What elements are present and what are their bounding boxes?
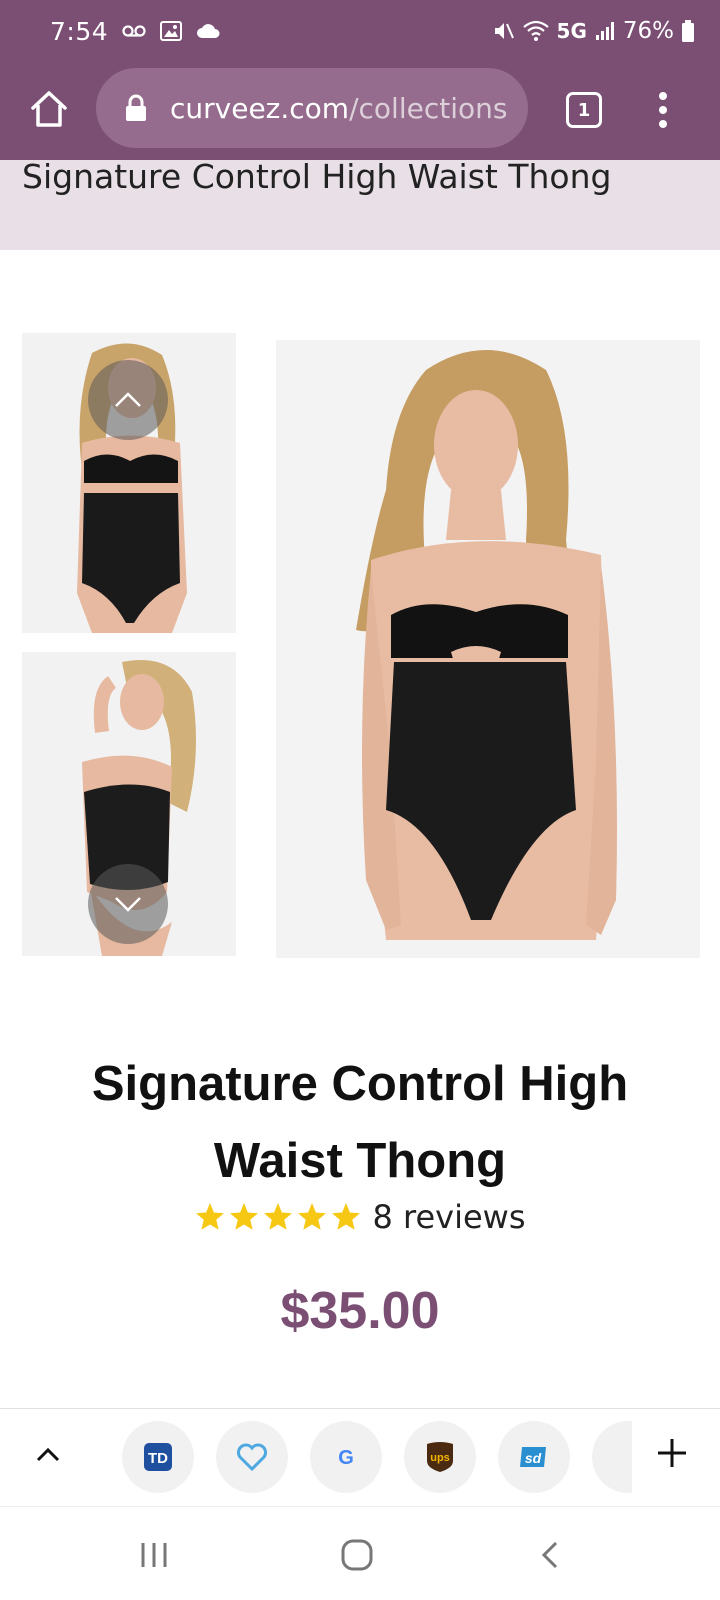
menu-dot — [659, 92, 667, 100]
ups-icon: ups — [427, 1442, 453, 1472]
tab-switcher-button[interactable]: 1 — [566, 92, 602, 128]
product-main-image[interactable] — [276, 340, 700, 958]
recent-apps-icon — [141, 1543, 167, 1567]
back-button[interactable] — [520, 1531, 580, 1579]
browser-toolbar: curveez.com/collections 1 — [0, 62, 720, 160]
status-time: 7:54 — [50, 16, 109, 46]
td-label: TD — [148, 1450, 168, 1467]
chevron-down-icon — [115, 897, 141, 912]
battery-icon — [682, 20, 694, 42]
url-domain: curveez.com — [170, 91, 350, 125]
wifi-icon — [522, 20, 549, 42]
star-icon — [196, 1203, 225, 1230]
status-bar: 7:54 5G 76% — [0, 0, 720, 62]
gallery-icon — [160, 21, 183, 41]
mute-icon — [493, 20, 515, 42]
cloud-icon — [196, 23, 220, 39]
sd-shortcut[interactable]: sd — [498, 1421, 570, 1493]
recent-apps-button[interactable] — [124, 1531, 184, 1579]
home-icon — [31, 91, 67, 127]
battery-percent: 76% — [622, 18, 674, 44]
google-shortcut[interactable]: G — [310, 1421, 382, 1493]
thumbnails-scroll-down-button[interactable] — [88, 864, 168, 944]
star-icon — [298, 1203, 327, 1230]
reviews-count[interactable]: 8 reviews — [372, 1198, 525, 1236]
star-icon — [230, 1203, 259, 1230]
status-system-icons: 5G 76% — [493, 18, 694, 44]
back-icon — [541, 1541, 558, 1569]
heart-shortcut[interactable] — [216, 1421, 288, 1493]
td-shortcut[interactable]: TD — [122, 1421, 194, 1493]
heart-icon — [237, 1443, 267, 1471]
home-circle-icon — [341, 1539, 373, 1571]
menu-dot — [659, 120, 667, 128]
star-icon — [332, 1203, 361, 1230]
system-nav-bar — [0, 1506, 720, 1600]
product-price: $35.00 — [280, 1282, 440, 1340]
ups-label: ups — [430, 1452, 450, 1464]
add-shortcut-button[interactable] — [650, 1431, 694, 1475]
chevron-up-icon — [115, 392, 141, 407]
td-icon: TD — [144, 1443, 172, 1471]
home-button[interactable] — [26, 86, 72, 132]
voicemail-icon — [122, 24, 146, 38]
google-icon: G — [338, 1447, 354, 1469]
product-title: Signature Control High Waist Thong — [91, 1057, 629, 1188]
google-label: G — [338, 1447, 354, 1469]
status-notification-icons — [122, 21, 220, 41]
url-path: /collections — [349, 91, 508, 125]
tab-count: 1 — [577, 99, 591, 121]
url-text: curveez.com/collections — [170, 92, 515, 125]
sd-icon: sd — [520, 1447, 546, 1467]
product-rating[interactable]: 8 reviews — [0, 1198, 720, 1236]
chevron-up-icon — [36, 1447, 60, 1462]
sd-label: sd — [525, 1450, 542, 1466]
lock-icon — [124, 93, 148, 123]
shortcut-bar: TD G ups sd — [0, 1408, 720, 1506]
ups-shortcut[interactable]: ups — [404, 1421, 476, 1493]
plus-icon — [658, 1439, 686, 1467]
star-icon — [264, 1203, 293, 1230]
partial-shortcut[interactable] — [592, 1421, 632, 1493]
menu-dot — [659, 106, 667, 114]
signal-icon — [595, 21, 615, 41]
nav-home-button[interactable] — [327, 1531, 387, 1579]
product-photo — [276, 340, 700, 958]
shortcut-bar-expand-button[interactable] — [30, 1435, 66, 1475]
star-rating — [194, 1201, 362, 1233]
browser-menu-button[interactable] — [648, 88, 678, 132]
thumbnails-scroll-up-button[interactable] — [88, 360, 168, 440]
network-type: 5G — [556, 19, 587, 43]
sticky-title-bar: Signature Control High Waist Thong — [0, 160, 720, 250]
url-bar[interactable]: curveez.com/collections — [96, 68, 528, 148]
sticky-title: Signature Control High Waist Thong — [22, 160, 612, 196]
